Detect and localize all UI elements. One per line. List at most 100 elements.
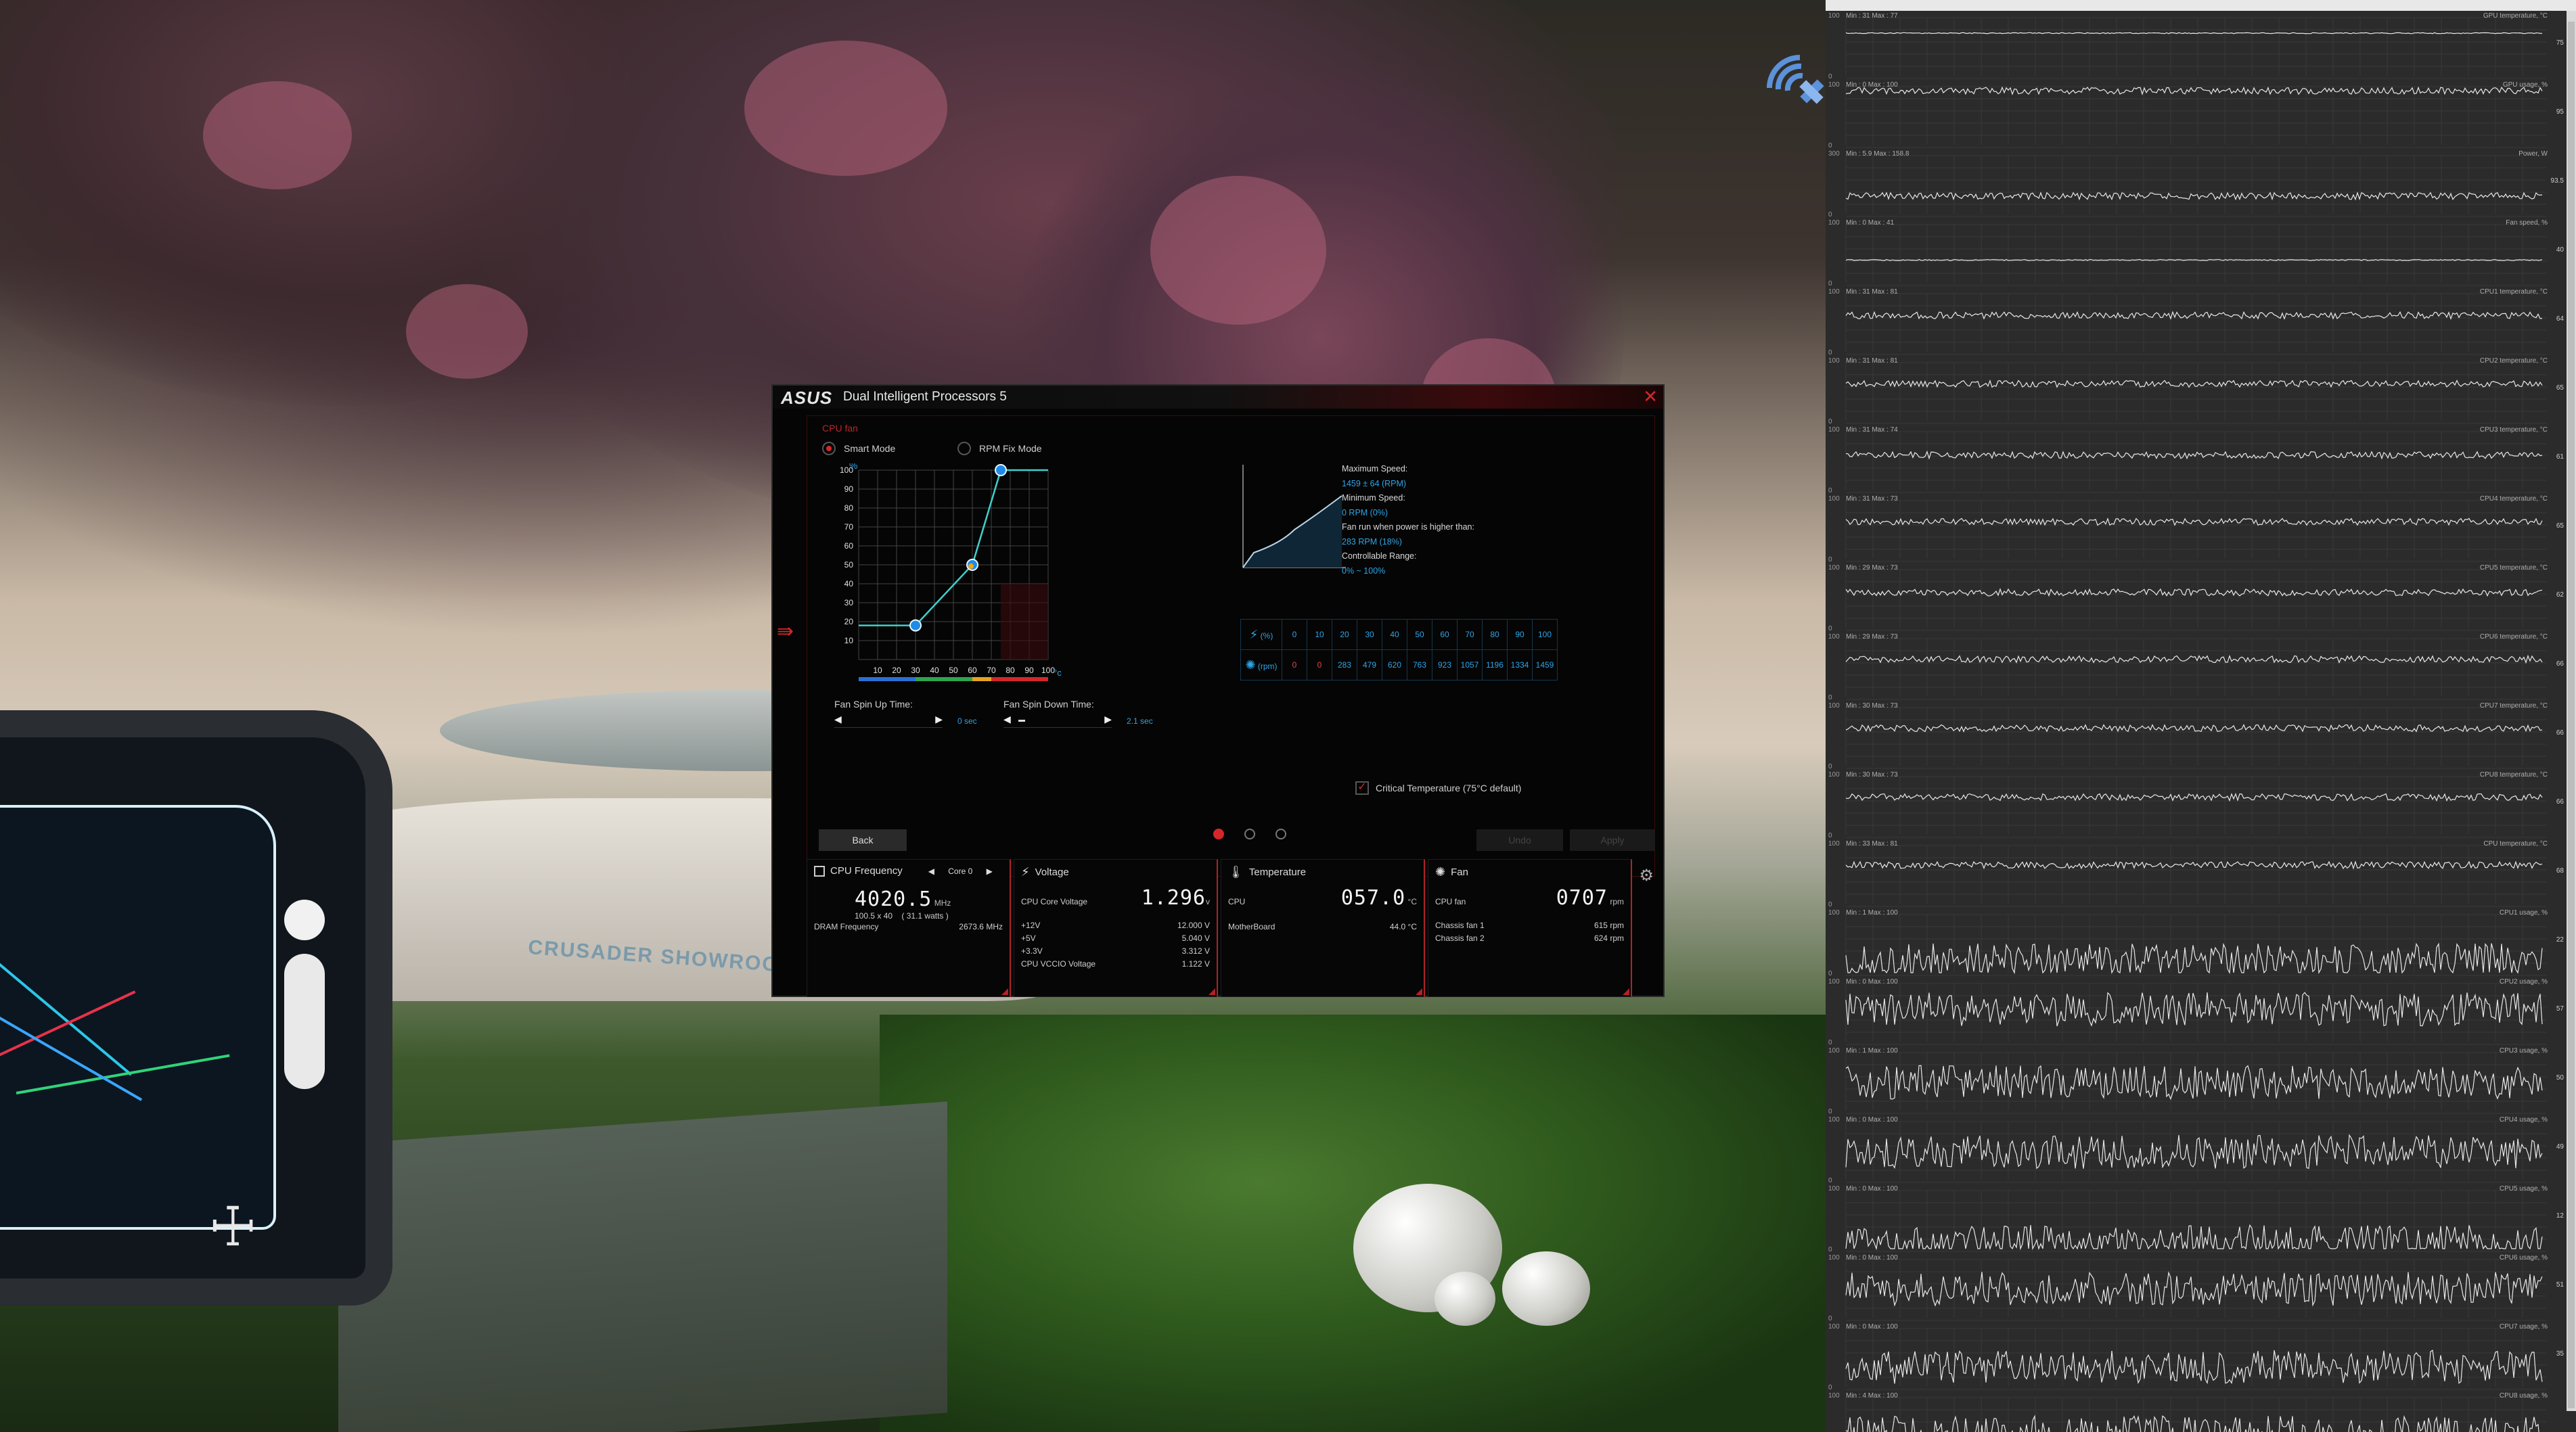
rpm-cell: 1334	[1507, 649, 1533, 680]
page-dot-2[interactable]	[1244, 829, 1255, 839]
y-tick-label: 40	[844, 579, 854, 588]
spin-down-increase-button[interactable]: ▶	[1104, 714, 1112, 725]
monitor-graph[interactable]: 100 0 Min : 30 Max : 73 CPU8 temperature, °…	[1826, 770, 2567, 839]
back-button[interactable]: Back	[819, 829, 907, 851]
spin-up-label: Fan Spin Up Time:	[834, 699, 913, 710]
spin-down-slider[interactable]: ◀ ▶	[1003, 714, 1112, 728]
expand-corner-icon[interactable]	[1208, 988, 1215, 995]
monitoring-graphs[interactable]: 100 0 Min : 31 Max : 77 GPU temperature, °C…	[1826, 11, 2567, 1432]
critical-temp-option[interactable]: ✓ Critical Temperature (75°C default)	[1355, 781, 1521, 795]
graph-top-scale: 100	[1828, 1047, 1840, 1055]
reading-unit: rpm	[1610, 933, 1624, 943]
monitor-graph[interactable]: 100 0 Min : 31 Max : 81 CPU1 temperature, °…	[1826, 287, 2567, 356]
expand-corner-icon[interactable]	[1623, 988, 1629, 995]
monitor-graph[interactable]: 100 0 Min : 0 Max : 100 CPU2 usage, % 57	[1826, 977, 2567, 1046]
kiosk-handle	[284, 954, 325, 1089]
rpm-row: ✺ (rpm) 0 0 283 479 620 763 923 1057 1196 1334 145…	[1240, 649, 1558, 680]
monitor-graph[interactable]: 100 0 Min : 0 Max : 100 CPU5 usage, % 12	[1826, 1184, 2567, 1253]
cpu-watts: ( 31.1 watts )	[901, 911, 949, 921]
undo-button[interactable]: Undo	[1476, 829, 1563, 851]
pct-cell: 80	[1482, 619, 1508, 650]
monitor-graph[interactable]: 100 0 Min : 30 Max : 73 CPU7 temperature, °…	[1826, 701, 2567, 770]
spin-up-slider[interactable]: ◀ ▶	[834, 714, 943, 728]
monitor-graph[interactable]: 1000Min : 4 Max : 100CPU8 usage, %	[1826, 1391, 2567, 1432]
smart-mode-radio[interactable]	[822, 442, 836, 455]
gear-icon[interactable]: ⚙	[1639, 866, 1654, 885]
monitor-graph[interactable]: 100 0 Min : 0 Max : 100 CPU4 usage, % 49	[1826, 1115, 2567, 1184]
color-bar-segment	[972, 677, 991, 681]
monitor-graph[interactable]: 300 0 Min : 5.9 Max : 158.8 Power, W 93.5	[1826, 149, 2567, 218]
apply-button[interactable]: Apply	[1570, 829, 1655, 851]
rpm-fix-mode-radio[interactable]	[957, 442, 971, 455]
range-label: Controllable Range:	[1342, 551, 1417, 561]
dram-frequency-row: DRAM Frequency 2673.6 MHz	[814, 921, 1003, 933]
monitor-graph[interactable]: 100 0 Min : 29 Max : 73 CPU5 temperature, °…	[1826, 563, 2567, 632]
graph-name: CPU8 usage, %	[2500, 1392, 2548, 1400]
spin-down-decrease-button[interactable]: ◀	[1003, 714, 1011, 725]
color-bar-segment	[1010, 677, 1029, 681]
spin-up-increase-button[interactable]: ▶	[935, 714, 943, 725]
scrollbar-thumb[interactable]	[2568, 22, 2575, 1408]
pct-cell: 10	[1307, 619, 1332, 650]
graph-current-value: 65	[2556, 522, 2564, 530]
scrollbar[interactable]	[2567, 11, 2576, 1411]
color-bar-segment	[953, 677, 972, 681]
monitor-graph[interactable]: 100 0 Min : 0 Max : 41 Fan speed, % 40	[1826, 218, 2567, 287]
spin-down-thumb[interactable]	[1018, 720, 1025, 722]
reading-row: Chassis fan 2 624 rpm	[1435, 932, 1624, 945]
temperature-monitor: 🌡 Temperature CPU 057.0 °C MotherBoard 4…	[1221, 859, 1425, 997]
page-dot-1[interactable]	[1213, 829, 1224, 839]
rpm-fix-mode-option[interactable]: RPM Fix Mode	[957, 442, 1042, 455]
y-tick-label: 30	[844, 598, 854, 607]
pct-cell: 100	[1532, 619, 1558, 650]
curve-point[interactable]	[995, 464, 1007, 476]
side-menu-arrow-icon[interactable]: ⇛	[777, 620, 794, 643]
critical-temp-checkbox[interactable]: ✓	[1355, 781, 1369, 795]
color-bar-segment	[1029, 677, 1048, 681]
close-button[interactable]: ✕	[1643, 387, 1658, 406]
core-voltage-row: CPU Core Voltage 1.296v	[1021, 886, 1210, 910]
page-dot-3[interactable]	[1275, 829, 1286, 839]
cpu-temp-unit: °C	[1407, 897, 1417, 906]
voltage-rows: +12V 12.000 V +5V 5.040 V +3.3V 3.312 V CPU VC…	[1021, 919, 1210, 971]
fan-curve-graph[interactable]: 100908070605040302010 10 20 30 40 50 60 70 80 90…	[834, 463, 1091, 687]
expand-corner-icon[interactable]	[1416, 988, 1422, 995]
monitor-graph[interactable]: 100 0 Min : 31 Max : 77 GPU temperature, °C…	[1826, 11, 2567, 80]
satellite-signal-icon	[1759, 47, 1827, 137]
decor-orb	[1502, 1251, 1590, 1326]
graph-top-scale: 100	[1828, 219, 1840, 227]
graph-top-scale: 100	[1828, 12, 1840, 20]
expand-corner-icon[interactable]	[1001, 988, 1008, 995]
monitor-graph[interactable]: 100 0 Min : 33 Max : 81 CPU temperature, °C…	[1826, 839, 2567, 908]
monitor-graph[interactable]: 100 0 Min : 0 Max : 100 GPU usage, % 95	[1826, 80, 2567, 149]
graph-bottom-scale: 0	[1828, 1246, 1832, 1253]
fan-control-panel: CPU fan Smart Mode RPM Fix Mode 100 90 80 7…	[807, 415, 1655, 877]
reading-label: +5V	[1021, 933, 1036, 943]
graph-bottom-scale: 0	[1828, 901, 1832, 908]
monitor-graph[interactable]: 100 0 Min : 1 Max : 100 CPU1 usage, % 22	[1826, 908, 2567, 977]
curve-control-points[interactable]	[909, 464, 1007, 632]
core-select[interactable]: ◀ Core 0 ▶	[928, 867, 993, 876]
hardware-monitor-titlebar[interactable]	[1826, 0, 2576, 11]
graph-name: CPU3 usage, %	[2500, 1047, 2548, 1055]
title-bar[interactable]: ASUS Dual Intelligent Processors 5 ✕	[773, 386, 1663, 409]
graph-name: CPU5 usage, %	[2500, 1185, 2548, 1193]
max-speed-label: Maximum Speed:	[1342, 464, 1408, 474]
monitor-graph[interactable]: 100 0 Min : 0 Max : 100 CPU6 usage, % 51	[1826, 1253, 2567, 1322]
curve-point[interactable]	[909, 619, 922, 632]
monitor-graph[interactable]: 100 0 Min : 0 Max : 100 CPU7 usage, % 35	[1826, 1322, 2567, 1391]
y-tick-label: 50	[844, 560, 854, 570]
reading-value: 5.040	[1181, 933, 1202, 943]
monitor-graph[interactable]: 100 0 Min : 31 Max : 81 CPU2 temperature, °…	[1826, 356, 2567, 425]
monitor-graph[interactable]: 100 0 Min : 31 Max : 73 CPU4 temperature, °…	[1826, 494, 2567, 563]
color-bar-segment	[934, 677, 953, 681]
graph-minmax: Min : 0 Max : 100	[1846, 1185, 1898, 1193]
min-speed-value: 0 RPM (0%)	[1342, 507, 1388, 517]
graph-bottom-scale: 0	[1828, 625, 1832, 632]
spin-up-decrease-button[interactable]: ◀	[834, 714, 842, 725]
graph-top-scale: 100	[1828, 978, 1840, 986]
monitor-graph[interactable]: 100 0 Min : 31 Max : 74 CPU3 temperature, °…	[1826, 425, 2567, 494]
smart-mode-option[interactable]: Smart Mode	[822, 442, 895, 455]
monitor-graph[interactable]: 100 0 Min : 29 Max : 73 CPU6 temperature, °…	[1826, 632, 2567, 701]
monitor-graph[interactable]: 100 0 Min : 1 Max : 100 CPU3 usage, % 50	[1826, 1046, 2567, 1115]
